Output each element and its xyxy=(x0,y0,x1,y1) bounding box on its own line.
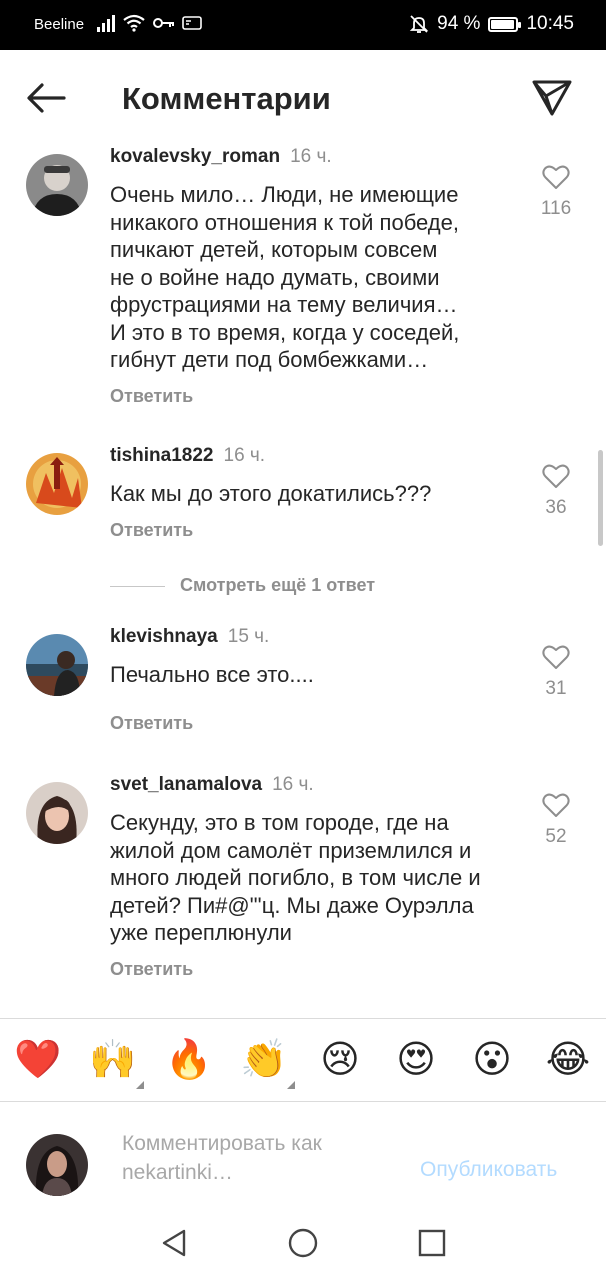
heart-eyes-emoji[interactable]: 😍 xyxy=(392,1037,440,1083)
nav-back-button[interactable] xyxy=(158,1227,190,1259)
comment-line: детей? Пи#@"'ц. Мы даже Оурэлла xyxy=(110,892,474,918)
status-bar: Beeline 94 % 10:45 xyxy=(0,0,606,50)
avatar[interactable] xyxy=(26,782,88,844)
avatar-photo xyxy=(26,154,88,216)
page-title: Комментарии xyxy=(122,81,331,116)
comment-line: много людей погибло, в том числе и xyxy=(110,865,481,890)
signal-icon xyxy=(97,15,115,32)
avatar[interactable] xyxy=(26,154,88,216)
battery-icon xyxy=(488,16,522,32)
paper-plane-icon xyxy=(532,80,572,116)
avatar[interactable] xyxy=(26,453,88,515)
back-button[interactable] xyxy=(24,80,68,116)
like-button[interactable]: 52 xyxy=(536,792,576,848)
triangle-back-icon xyxy=(162,1229,186,1257)
comment-username[interactable]: klevishnaya xyxy=(110,626,218,647)
publish-button[interactable]: Опубликовать xyxy=(420,1158,557,1182)
comment-line: Печально все это.... xyxy=(110,662,314,687)
heart-icon xyxy=(542,645,570,669)
header: Комментарии xyxy=(0,50,606,146)
comment-line: никакого отношения к той победе, xyxy=(110,209,459,235)
crying-face-emoji[interactable]: 😢 xyxy=(316,1037,364,1083)
like-button[interactable]: 31 xyxy=(536,644,576,700)
circle-home-icon xyxy=(288,1228,318,1258)
reply-button[interactable]: Ответить xyxy=(110,520,510,541)
comment-input[interactable]: Комментировать как nekartinki… xyxy=(122,1129,402,1187)
avatar-photo xyxy=(26,634,88,696)
comment-input-placeholder: nekartinki… xyxy=(122,1161,233,1184)
surprised-face-emoji[interactable]: 😮 xyxy=(468,1037,516,1083)
comment-text: Как мы до этого докатились??? xyxy=(110,480,510,508)
view-more-replies-label: Смотреть ещё 1 ответ xyxy=(180,575,376,595)
comment-text: Печально все это.... xyxy=(110,661,510,689)
raised-hands-emoji[interactable]: 🙌 xyxy=(89,1037,137,1083)
scrollbar[interactable] xyxy=(598,450,603,546)
heart-icon xyxy=(542,793,570,817)
comment-line: уже переплюнули xyxy=(110,920,292,945)
like-count: 52 xyxy=(545,826,567,847)
divider xyxy=(110,586,165,587)
comment-line: Очень мило… Люди, не имеющие xyxy=(110,182,459,207)
avatar[interactable] xyxy=(26,634,88,696)
comment-line: не о войне надо думать, своими xyxy=(110,264,440,290)
comment-time: 16 ч. xyxy=(223,445,266,466)
heart-emoji[interactable]: ❤️ xyxy=(14,1037,62,1083)
comment-username[interactable]: svet_lanamalova xyxy=(110,774,262,795)
like-button[interactable]: 36 xyxy=(536,463,576,519)
battery-percent: 94 % xyxy=(437,13,481,34)
comment-username[interactable]: kovalevsky_roman xyxy=(110,146,280,167)
comment-username[interactable]: tishina1822 xyxy=(110,445,214,466)
reply-button[interactable]: Ответить xyxy=(110,959,510,980)
view-more-replies[interactable]: Смотреть ещё 1 ответ xyxy=(110,575,550,599)
reply-button[interactable]: Ответить xyxy=(110,713,510,734)
share-button[interactable] xyxy=(530,76,574,120)
clock: 10:45 xyxy=(526,13,574,34)
heart-icon xyxy=(542,165,570,189)
like-count: 116 xyxy=(540,198,572,219)
comment-line: гибнут дети под бомбежками… xyxy=(110,347,429,372)
key-icon xyxy=(153,18,174,28)
heart-icon xyxy=(542,464,570,488)
status-icons xyxy=(96,14,202,32)
comment-line: И это в то время, когда у соседей, xyxy=(110,319,460,345)
comment-composer: Комментировать как nekartinki… Опубликов… xyxy=(0,1103,606,1203)
nav-recents-button[interactable] xyxy=(416,1227,448,1259)
tears-of-joy-emoji[interactable]: 😂 xyxy=(544,1037,592,1083)
square-recents-icon xyxy=(418,1229,446,1257)
comment-line: Как мы до этого докатились??? xyxy=(110,481,432,506)
comment-time: 16 ч. xyxy=(272,774,314,795)
comment-text: Секунду, это в том городе, где на жилой … xyxy=(110,809,510,947)
fire-emoji[interactable]: 🔥 xyxy=(165,1037,213,1083)
comment-line: Секунду, это в том городе, где на xyxy=(110,810,449,835)
reply-button[interactable]: Ответить xyxy=(110,386,510,407)
comment-time: 15 ч. xyxy=(227,626,270,647)
like-button[interactable]: 116 xyxy=(536,164,576,220)
avatar-photo xyxy=(26,1134,88,1196)
system-nav-bar xyxy=(0,1205,606,1280)
emoji-quick-bar: ❤️ 🙌 🔥 👏 😢 😍 😮 😂 xyxy=(0,1018,606,1102)
card-icon xyxy=(182,16,202,30)
current-user-avatar xyxy=(26,1134,88,1196)
arrow-left-icon xyxy=(27,83,66,113)
like-count: 36 xyxy=(545,497,567,518)
comment-input-placeholder: Комментировать как xyxy=(122,1132,322,1155)
avatar-photo xyxy=(26,453,88,515)
bell-off-icon xyxy=(409,15,429,33)
skin-tone-indicator xyxy=(136,1081,144,1089)
comment-text: Очень мило… Люди, не имеющие никакого от… xyxy=(110,181,510,374)
comment-time: 16 ч. xyxy=(290,146,332,167)
clapping-hands-emoji[interactable]: 👏 xyxy=(240,1037,288,1083)
skin-tone-indicator xyxy=(287,1081,295,1089)
comment-line: пичкают детей, которым совсем xyxy=(110,237,438,262)
carrier-name: Beeline xyxy=(34,16,85,33)
nav-home-button[interactable] xyxy=(287,1227,319,1259)
avatar-photo xyxy=(26,782,88,844)
wifi-icon xyxy=(123,14,145,32)
like-count: 31 xyxy=(545,678,567,699)
comment-line: фрустрациями на тему величия… xyxy=(110,292,458,317)
comment-line: жилой дом самолёт приземлился и xyxy=(110,837,472,863)
